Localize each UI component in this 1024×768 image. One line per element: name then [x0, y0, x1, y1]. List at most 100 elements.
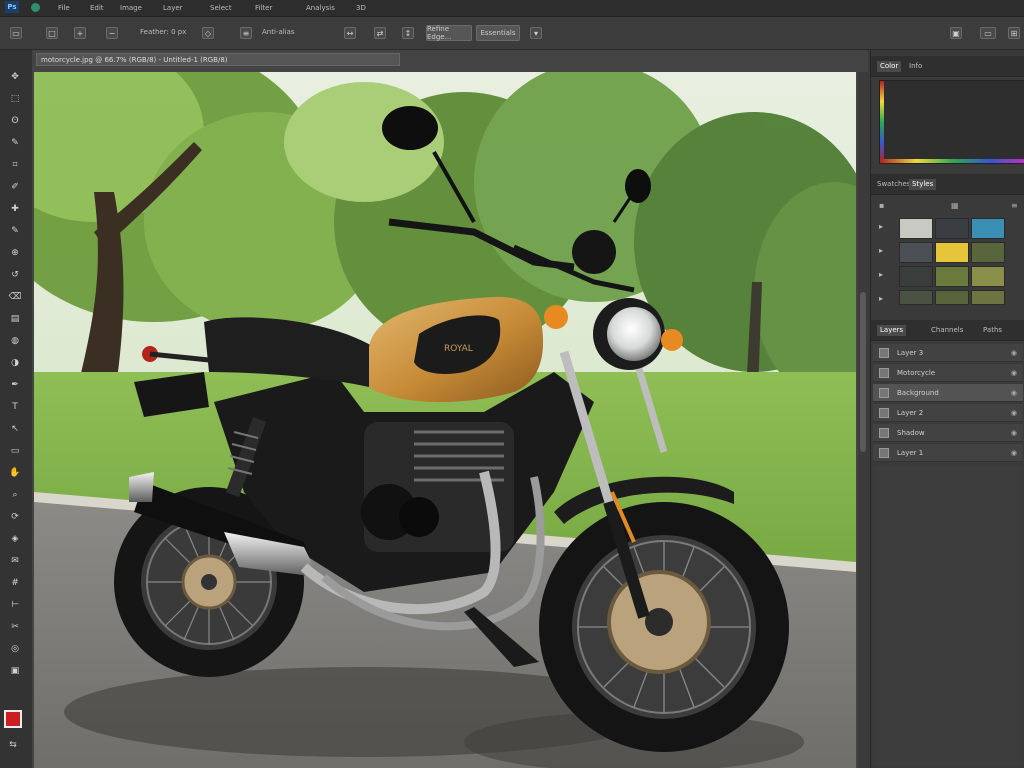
layer-row[interactable]: Layer 1 ◉ [873, 444, 1023, 462]
tab-info[interactable]: Info [909, 61, 922, 72]
slice-icon[interactable]: ✂ [6, 620, 24, 634]
menu-file[interactable]: File [58, 3, 80, 13]
color-spectrum[interactable] [879, 80, 1024, 164]
swatch-3[interactable] [971, 218, 1005, 239]
tab-paths[interactable]: Paths [983, 325, 1002, 336]
tab-swatches[interactable]: Swatches [877, 179, 910, 190]
style-icon[interactable]: ≡ [240, 27, 252, 39]
shape-icon[interactable]: ▭ [6, 444, 24, 458]
zoom-icon[interactable]: ⌕ [6, 488, 24, 502]
swatch-9[interactable] [971, 266, 1005, 287]
eye-icon[interactable]: ◉ [1011, 364, 1017, 382]
swatch-6[interactable] [971, 242, 1005, 263]
layer-name: Background [897, 389, 939, 397]
type-icon[interactable]: T [6, 400, 24, 414]
menu-edit[interactable]: Edit [90, 3, 110, 13]
swatch-side-icon-4[interactable]: ▸ [879, 294, 883, 303]
intersect-selection-icon[interactable]: ◇ [202, 27, 214, 39]
pen-icon[interactable]: ✒ [6, 378, 24, 392]
eraser-icon[interactable]: ⌫ [6, 290, 24, 304]
layer-row[interactable]: Layer 2 ◉ [873, 404, 1023, 422]
3d-icon[interactable]: ◈ [6, 532, 24, 546]
swatch-10[interactable] [899, 290, 933, 305]
lasso-icon[interactable]: ʘ [6, 114, 24, 128]
antialias-checkbox[interactable]: Anti-alias [262, 28, 332, 38]
quick-select-icon[interactable]: ✎ [6, 136, 24, 150]
swatch-1[interactable] [899, 218, 933, 239]
tab-channels[interactable]: Channels [931, 325, 963, 336]
swap-icon[interactable]: ⇄ [374, 27, 386, 39]
spot-heal-icon[interactable]: ✚ [6, 202, 24, 216]
new-selection-icon[interactable]: □ [46, 27, 58, 39]
path-select-icon[interactable]: ↖ [6, 422, 24, 436]
image-canvas[interactable]: ROYAL [34, 72, 856, 768]
swatch-side-icon-1[interactable]: ▸ [879, 222, 883, 231]
eye-icon[interactable]: ◉ [1011, 424, 1017, 442]
hand-icon[interactable]: ✋ [6, 466, 24, 480]
swatch-menu-icon[interactable]: ≡ [1011, 201, 1018, 210]
add-selection-icon[interactable]: + [74, 27, 86, 39]
swatch-5[interactable] [935, 242, 969, 263]
foreground-color-swatch[interactable] [4, 710, 22, 728]
menu-3d[interactable]: 3D [356, 3, 386, 13]
refine-edge-button[interactable]: Refine Edge... [426, 25, 472, 41]
swap-colors-icon[interactable]: ⇆ [6, 740, 20, 752]
rotate-view-icon[interactable]: ⟳ [6, 510, 24, 524]
height-icon[interactable]: ↕ [402, 27, 414, 39]
width-icon[interactable]: ↔ [344, 27, 356, 39]
eye-icon[interactable]: ◉ [1011, 404, 1017, 422]
menu-select[interactable]: Select [210, 3, 240, 13]
tab-styles[interactable]: Styles [909, 179, 937, 190]
layer-row[interactable]: Shadow ◉ [873, 424, 1023, 442]
clone-stamp-icon[interactable]: ⊕ [6, 246, 24, 260]
swatch-side-icon-2[interactable]: ▸ [879, 246, 883, 255]
swatch-side-icon-3[interactable]: ▸ [879, 270, 883, 279]
options-menu-icon[interactable]: ▾ [530, 27, 542, 39]
arrange-icon[interactable]: ⊞ [1008, 27, 1020, 39]
ruler-icon[interactable]: ⊢ [6, 598, 24, 612]
layer-row[interactable]: Background ◉ [873, 384, 1023, 402]
swatch-new-icon[interactable]: ▪ [879, 201, 884, 210]
menu-layer[interactable]: Layer [163, 3, 193, 13]
layer-row[interactable]: Motorcycle ◉ [873, 364, 1023, 382]
mask-icon[interactable]: ◎ [6, 642, 24, 656]
marquee-icon[interactable]: ⬚ [6, 92, 24, 106]
menu-filter[interactable]: Filter [255, 3, 285, 13]
eye-icon[interactable]: ◉ [1011, 444, 1017, 462]
swatch-4[interactable] [899, 242, 933, 263]
menu-analysis[interactable]: Analysis [306, 3, 342, 13]
screen-mode-icon[interactable]: ▣ [6, 664, 24, 678]
tool-preset-icon[interactable]: ▭ [10, 27, 22, 39]
swatch-7[interactable] [899, 266, 933, 287]
gradient-icon[interactable]: ▤ [6, 312, 24, 326]
scrollbar-thumb[interactable] [860, 292, 866, 452]
swatch-8[interactable] [935, 266, 969, 287]
tab-layers[interactable]: Layers [877, 325, 907, 336]
tab-color[interactable]: Color [877, 61, 902, 72]
swatch-2[interactable] [935, 218, 969, 239]
vertical-scrollbar[interactable] [858, 72, 868, 768]
move-icon[interactable]: ✥ [6, 70, 24, 84]
screen-mode-toggle-icon[interactable]: ▭ [980, 27, 996, 39]
swatch-11[interactable] [935, 290, 969, 305]
status-indicator-icon [31, 3, 40, 12]
eye-icon[interactable]: ◉ [1011, 344, 1017, 362]
eye-icon[interactable]: ◉ [1011, 384, 1017, 402]
subtract-selection-icon[interactable]: − [106, 27, 118, 39]
workspace-button[interactable]: Essentials [476, 25, 520, 41]
dodge-icon[interactable]: ◑ [6, 356, 24, 370]
note-icon[interactable]: ✉ [6, 554, 24, 568]
layer-row[interactable]: Layer 3 ◉ [873, 344, 1023, 362]
document-tab[interactable]: motorcycle.jpg @ 66.7% (RGB/8) - Untitle… [36, 53, 400, 66]
crop-icon[interactable]: ⌗ [6, 158, 24, 172]
swatch-12[interactable] [971, 290, 1005, 305]
count-icon[interactable]: # [6, 576, 24, 590]
history-brush-icon[interactable]: ↺ [6, 268, 24, 282]
brush-icon[interactable]: ✎ [6, 224, 24, 238]
swatch-grid-icon[interactable]: ▦ [951, 201, 959, 210]
feather-field[interactable]: Feather: 0 px [140, 28, 188, 38]
eyedropper-icon[interactable]: ✐ [6, 180, 24, 194]
bridge-icon[interactable]: ▣ [950, 27, 962, 39]
blur-icon[interactable]: ◍ [6, 334, 24, 348]
menu-image[interactable]: Image [120, 3, 146, 13]
